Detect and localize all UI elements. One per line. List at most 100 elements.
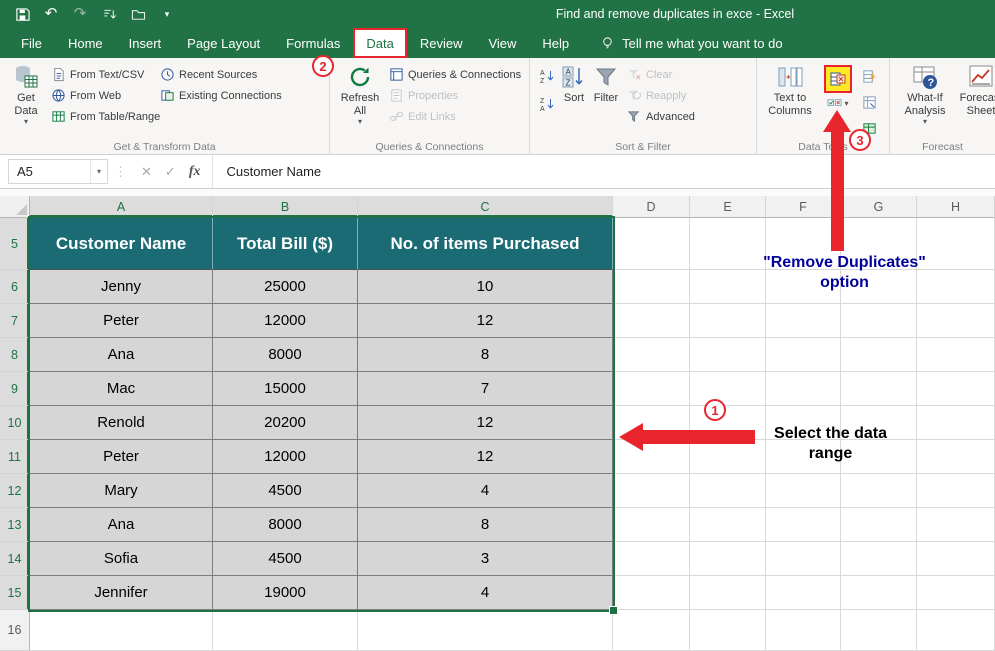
cell-C14[interactable]: 3 xyxy=(358,542,613,576)
row-header-16[interactable]: 16 xyxy=(0,610,30,651)
cell-D8[interactable] xyxy=(613,338,690,372)
row-header-13[interactable]: 13 xyxy=(0,508,30,542)
tab-formulas[interactable]: Formulas xyxy=(273,28,353,58)
cell-F14[interactable] xyxy=(766,542,841,576)
cell-A9[interactable]: Mac xyxy=(30,372,213,406)
open-folder-icon[interactable] xyxy=(130,6,146,22)
enter-icon[interactable]: ✓ xyxy=(165,164,176,180)
cell-C8[interactable]: 8 xyxy=(358,338,613,372)
sort-icon[interactable] xyxy=(101,6,117,22)
cell-A11[interactable]: Peter xyxy=(30,440,213,474)
cell-C10[interactable]: 12 xyxy=(358,406,613,440)
column-header-E[interactable]: E xyxy=(690,196,766,218)
column-header-D[interactable]: D xyxy=(613,196,690,218)
recent-sources-button[interactable]: Recent Sources xyxy=(160,66,298,83)
row-header-11[interactable]: 11 xyxy=(0,440,30,474)
cell-C15[interactable]: 4 xyxy=(358,576,613,610)
tab-review[interactable]: Review xyxy=(407,28,476,58)
cell-H13[interactable] xyxy=(917,508,995,542)
select-all-corner[interactable] xyxy=(0,196,30,218)
cell-B12[interactable]: 4500 xyxy=(213,474,358,508)
cell-H16[interactable] xyxy=(917,610,995,651)
cell-G12[interactable] xyxy=(841,474,917,508)
cell-D12[interactable] xyxy=(613,474,690,508)
cell-H11[interactable] xyxy=(917,440,995,474)
cell-E15[interactable] xyxy=(690,576,766,610)
cell-H12[interactable] xyxy=(917,474,995,508)
cell-A14[interactable]: Sofia xyxy=(30,542,213,576)
from-table-range-button[interactable]: From Table/Range xyxy=(51,108,155,125)
tab-home[interactable]: Home xyxy=(55,28,116,58)
from-web-button[interactable]: From Web xyxy=(51,87,155,104)
cell-A10[interactable]: Renold xyxy=(30,406,213,440)
cell-B8[interactable]: 8000 xyxy=(213,338,358,372)
cell-E14[interactable] xyxy=(690,542,766,576)
row-header-10[interactable]: 10 xyxy=(0,406,30,440)
edit-links-button[interactable]: Edit Links xyxy=(389,108,521,125)
properties-button[interactable]: Properties xyxy=(389,87,521,104)
cell-E7[interactable] xyxy=(690,304,766,338)
cancel-icon[interactable]: ✕ xyxy=(141,164,152,180)
tab-help[interactable]: Help xyxy=(529,28,582,58)
cell-A16[interactable] xyxy=(30,610,213,651)
cell-A7[interactable]: Peter xyxy=(30,304,213,338)
cell-D6[interactable] xyxy=(613,270,690,304)
sort-button[interactable]: AZ Sort xyxy=(558,61,590,105)
cell-H15[interactable] xyxy=(917,576,995,610)
cell-B11[interactable]: 12000 xyxy=(213,440,358,474)
cell-D7[interactable] xyxy=(613,304,690,338)
cell-C16[interactable] xyxy=(358,610,613,651)
column-header-B[interactable]: B xyxy=(213,196,358,218)
cell-A15[interactable]: Jennifer xyxy=(30,576,213,610)
row-header-5[interactable]: 5 xyxy=(0,218,30,270)
cell-B14[interactable]: 4500 xyxy=(213,542,358,576)
cell-F12[interactable] xyxy=(766,474,841,508)
cell-E12[interactable] xyxy=(690,474,766,508)
tell-me-box[interactable]: Tell me what you want to do xyxy=(600,28,782,58)
cell-G7[interactable] xyxy=(841,304,917,338)
row-header-12[interactable]: 12 xyxy=(0,474,30,508)
cell-A5[interactable]: Customer Name xyxy=(30,218,213,270)
cell-B13[interactable]: 8000 xyxy=(213,508,358,542)
cell-A12[interactable]: Mary xyxy=(30,474,213,508)
column-header-C[interactable]: C xyxy=(358,196,613,218)
sort-ascending-icon[interactable]: AZ xyxy=(536,66,558,86)
row-header-7[interactable]: 7 xyxy=(0,304,30,338)
row-header-15[interactable]: 15 xyxy=(0,576,30,610)
from-text-csv-button[interactable]: From Text/CSV xyxy=(51,66,155,83)
cell-E16[interactable] xyxy=(690,610,766,651)
row-header-8[interactable]: 8 xyxy=(0,338,30,372)
cell-E13[interactable] xyxy=(690,508,766,542)
cell-G14[interactable] xyxy=(841,542,917,576)
cell-D15[interactable] xyxy=(613,576,690,610)
tab-view[interactable]: View xyxy=(475,28,529,58)
cell-B10[interactable]: 20200 xyxy=(213,406,358,440)
cell-A13[interactable]: Ana xyxy=(30,508,213,542)
tab-data[interactable]: Data xyxy=(353,28,406,58)
cell-G8[interactable] xyxy=(841,338,917,372)
cell-B16[interactable] xyxy=(213,610,358,651)
cell-D16[interactable] xyxy=(613,610,690,651)
formula-input[interactable]: Customer Name xyxy=(213,155,995,188)
cell-F13[interactable] xyxy=(766,508,841,542)
get-data-button[interactable]: Get Data ▾ xyxy=(6,61,46,126)
column-header-H[interactable]: H xyxy=(917,196,995,218)
cell-F7[interactable] xyxy=(766,304,841,338)
tab-file[interactable]: File xyxy=(8,28,55,58)
cell-C11[interactable]: 12 xyxy=(358,440,613,474)
cell-B6[interactable]: 25000 xyxy=(213,270,358,304)
queries-connections-button[interactable]: Queries & Connections xyxy=(389,66,521,83)
redo-icon[interactable]: ↷ xyxy=(72,6,88,22)
cell-F16[interactable] xyxy=(766,610,841,651)
cell-H10[interactable] xyxy=(917,406,995,440)
cell-C12[interactable]: 4 xyxy=(358,474,613,508)
existing-connections-button[interactable]: Existing Connections xyxy=(160,87,298,104)
cell-G13[interactable] xyxy=(841,508,917,542)
cell-D14[interactable] xyxy=(613,542,690,576)
cell-G16[interactable] xyxy=(841,610,917,651)
cell-F8[interactable] xyxy=(766,338,841,372)
cell-H9[interactable] xyxy=(917,372,995,406)
advanced-filter-button[interactable]: Advanced xyxy=(627,108,705,125)
cell-G9[interactable] xyxy=(841,372,917,406)
cell-G15[interactable] xyxy=(841,576,917,610)
